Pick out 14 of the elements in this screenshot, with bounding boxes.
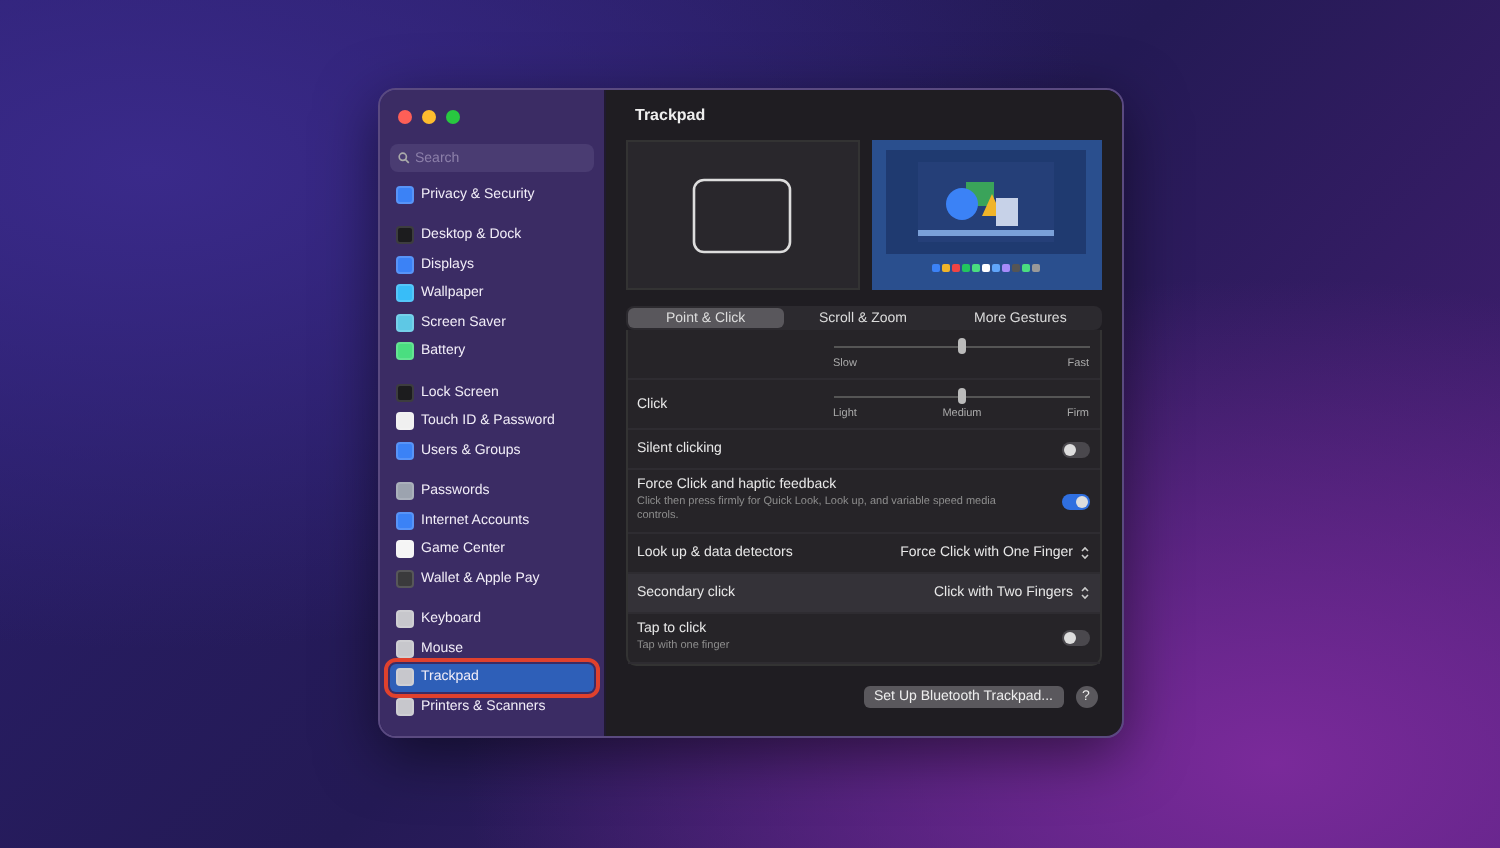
trackpad-outline-icon (692, 177, 792, 253)
page-title: Trackpad (635, 106, 708, 124)
toggle-switch[interactable] (1061, 441, 1089, 457)
chevron-updown-icon (1079, 586, 1089, 601)
chevron-updown-icon (1079, 546, 1089, 561)
slider[interactable] (833, 388, 1089, 404)
zoom-button[interactable] (445, 110, 459, 124)
toggle-switch[interactable] (1061, 630, 1089, 647)
slider-thumb[interactable] (957, 388, 965, 404)
close-button[interactable] (397, 110, 411, 124)
toggle-switch[interactable] (1061, 493, 1089, 510)
slider-thumb[interactable] (957, 338, 965, 354)
slider[interactable] (833, 338, 1089, 354)
minimize-button[interactable] (421, 110, 435, 124)
